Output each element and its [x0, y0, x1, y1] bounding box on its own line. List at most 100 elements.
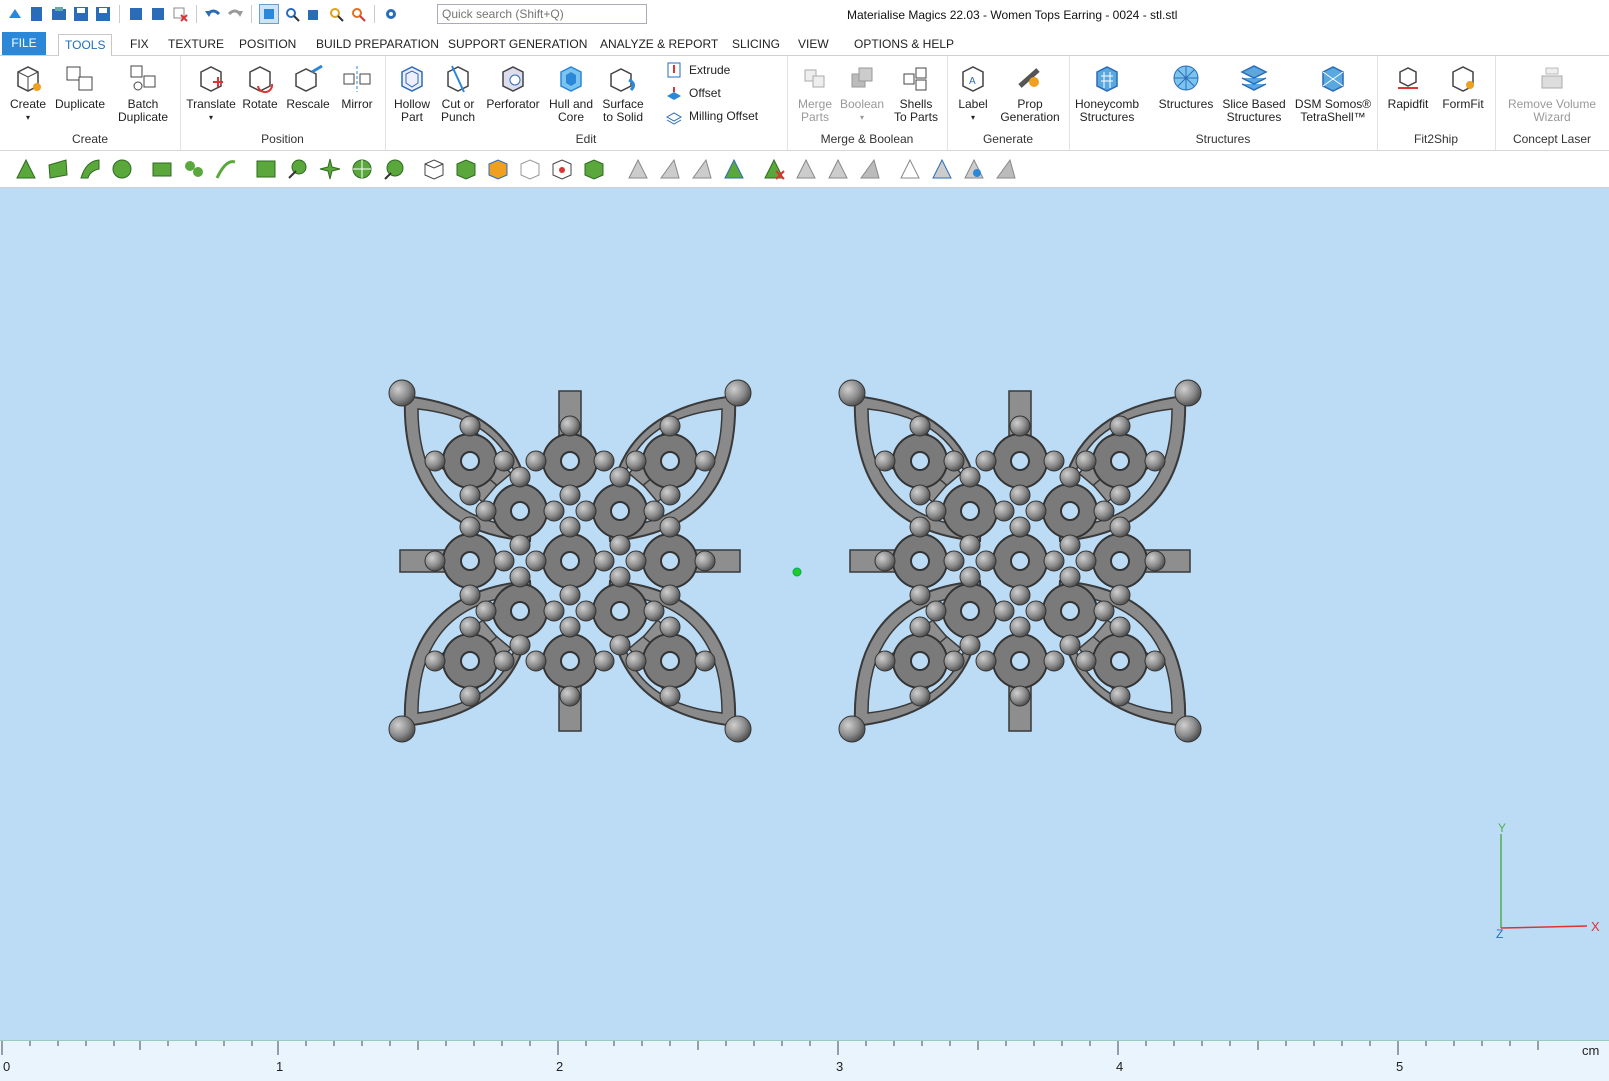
- formfit-button[interactable]: FormFit: [1435, 60, 1491, 111]
- ruler-label-2: 2: [556, 1059, 564, 1074]
- tab-slicing[interactable]: SLICING: [726, 34, 786, 55]
- app-logo-icon[interactable]: [6, 5, 24, 23]
- import-icon[interactable]: [127, 5, 145, 23]
- close-part-icon[interactable]: [171, 5, 189, 23]
- honeycomb-structures-button[interactable]: Honeycomb Structures: [1071, 60, 1143, 124]
- rapidfit-button[interactable]: Rapidfit: [1381, 60, 1435, 111]
- save-as-icon[interactable]: [94, 5, 112, 23]
- tab-fix[interactable]: FIX: [124, 34, 155, 55]
- shells-to-parts-button[interactable]: Shells To Parts: [889, 60, 943, 124]
- shrink-marking-icon[interactable]: [826, 157, 850, 181]
- grow-marking-icon[interactable]: [858, 157, 882, 181]
- boolean-button[interactable]: Boolean ▾: [837, 60, 887, 124]
- select-triangle-icon[interactable]: [14, 157, 38, 181]
- group-label: Create: [71, 132, 109, 146]
- rescale-button[interactable]: Rescale: [283, 60, 333, 111]
- tab-options-help[interactable]: OPTIONS & HELP: [848, 34, 960, 55]
- 3d-viewport[interactable]: Y X Z: [0, 188, 1609, 1040]
- group-fit2ship: Rapidfit FormFit Fit2Ship: [1377, 56, 1496, 150]
- prop-generation-button[interactable]: Prop Generation: [995, 60, 1065, 124]
- offset-icon: [667, 87, 681, 100]
- cube-mark-5-icon[interactable]: [550, 157, 574, 181]
- tab-analyze-report[interactable]: ANALYZE & REPORT: [594, 34, 724, 55]
- select-surface-icon[interactable]: [78, 157, 102, 181]
- milling-offset-button[interactable]: Milling Offset: [665, 106, 758, 126]
- tab-texture[interactable]: TEXTURE: [162, 34, 230, 55]
- tetrashell-button[interactable]: DSM Somos® TetraShell™: [1291, 60, 1375, 124]
- new-icon[interactable]: [28, 5, 46, 23]
- offset-button[interactable]: Offset: [665, 83, 721, 103]
- settings-search-icon[interactable]: [382, 5, 400, 23]
- cut-or-punch-button[interactable]: Cut or Punch: [435, 60, 481, 124]
- save-icon[interactable]: [72, 5, 90, 23]
- cube-mark-6-icon[interactable]: [582, 157, 606, 181]
- remove-volume-wizard-button[interactable]: Remove Volume Wizard: [1501, 60, 1603, 124]
- group-label: Position: [261, 132, 304, 146]
- cube-mark-1-icon[interactable]: [422, 157, 446, 181]
- mark-box-icon[interactable]: [254, 157, 278, 181]
- merge-parts-button[interactable]: Merge Parts: [793, 60, 837, 124]
- unmark-triangle-icon[interactable]: [626, 157, 650, 181]
- redo-icon[interactable]: [226, 5, 244, 23]
- perforator-button[interactable]: Perforator: [481, 60, 545, 111]
- slice-based-structures-button[interactable]: Slice Based Structures: [1219, 60, 1289, 124]
- hollow-part-button[interactable]: Hollow Part: [389, 60, 435, 124]
- structures-icon: [1169, 60, 1203, 96]
- translate-button[interactable]: Translate ▾: [183, 60, 239, 124]
- expand-marking-icon[interactable]: [722, 157, 746, 181]
- structures-button[interactable]: Structures: [1155, 60, 1217, 111]
- unmark-surface-icon[interactable]: [690, 157, 714, 181]
- select-icon[interactable]: [259, 4, 279, 24]
- duplicate-button[interactable]: Duplicate: [50, 60, 110, 111]
- tab-build-preparation[interactable]: BUILD PREPARATION: [310, 34, 445, 55]
- group-merge-boolean: Merge Parts Boolean ▾ Shells To Parts Merge…: [787, 56, 948, 150]
- tab-file[interactable]: FILE: [2, 32, 46, 55]
- label-button[interactable]: A Label ▾: [951, 60, 995, 124]
- select-path-icon[interactable]: [214, 157, 238, 181]
- select-lasso-icon[interactable]: [182, 157, 206, 181]
- rapidfit-icon: [1391, 60, 1425, 96]
- quick-search-input[interactable]: [437, 4, 647, 24]
- selection-toolbar: [0, 151, 1609, 188]
- mark-globe-icon[interactable]: [382, 157, 406, 181]
- clear-marking-icon[interactable]: [762, 157, 786, 181]
- cube-mark-4-icon[interactable]: [518, 157, 542, 181]
- mark-sphere-icon[interactable]: [286, 157, 310, 181]
- show-marked-icon[interactable]: [930, 157, 954, 181]
- delete-marked-icon[interactable]: [994, 157, 1018, 181]
- measure-icon[interactable]: [349, 5, 367, 23]
- view-marked-icon[interactable]: [962, 157, 986, 181]
- axis-x-label: X: [1591, 919, 1600, 934]
- earring-part-left[interactable]: [388, 379, 752, 743]
- mirror-button[interactable]: Mirror: [333, 60, 381, 111]
- mark-wheel-icon[interactable]: [350, 157, 374, 181]
- unmark-plane-icon[interactable]: [658, 157, 682, 181]
- batch-duplicate-button[interactable]: Batch Duplicate: [112, 60, 174, 124]
- earring-part-right[interactable]: [838, 379, 1202, 743]
- cube-mark-3-icon[interactable]: [486, 157, 510, 181]
- tab-support-generation[interactable]: SUPPORT GENERATION: [442, 34, 593, 55]
- export-icon[interactable]: [149, 5, 167, 23]
- select-plane-icon[interactable]: [46, 157, 70, 181]
- rotate-button[interactable]: Rotate: [237, 60, 283, 111]
- view-box-icon[interactable]: [305, 5, 323, 23]
- tab-view[interactable]: VIEW: [792, 34, 835, 55]
- tab-tools[interactable]: TOOLS: [58, 34, 113, 57]
- invert-marking-icon[interactable]: [794, 157, 818, 181]
- zoom-icon[interactable]: [283, 5, 301, 23]
- honeycomb-icon: [1090, 60, 1124, 96]
- select-box-icon[interactable]: [150, 157, 174, 181]
- open-icon[interactable]: [50, 5, 68, 23]
- hide-marked-icon[interactable]: [898, 157, 922, 181]
- ruler-label-3: 3: [836, 1059, 844, 1074]
- hull-and-core-button[interactable]: Hull and Core: [545, 60, 597, 124]
- cube-mark-2-icon[interactable]: [454, 157, 478, 181]
- find-icon[interactable]: [327, 5, 345, 23]
- undo-icon[interactable]: [204, 5, 222, 23]
- select-shell-icon[interactable]: [110, 157, 134, 181]
- extrude-button[interactable]: Extrude: [665, 60, 730, 80]
- tab-position[interactable]: POSITION: [233, 34, 302, 55]
- create-button[interactable]: Create ▾: [6, 60, 50, 124]
- mark-star-icon[interactable]: [318, 157, 342, 181]
- surface-to-solid-button[interactable]: Surface to Solid: [597, 60, 649, 124]
